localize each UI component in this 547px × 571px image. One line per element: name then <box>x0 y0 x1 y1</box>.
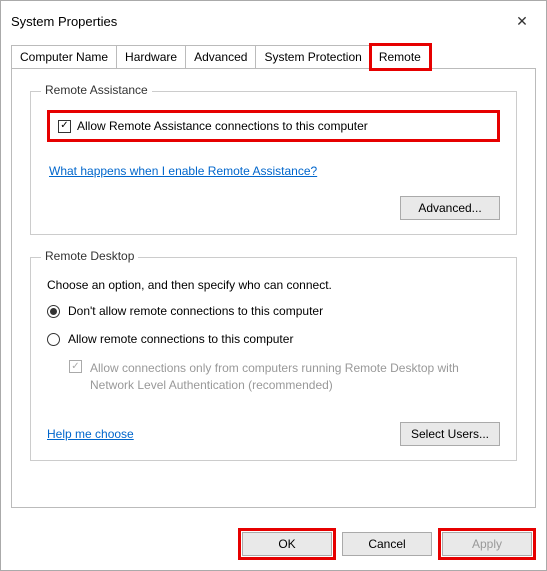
checkmark-icon: ✓ <box>60 121 68 131</box>
remote-desktop-group: Remote Desktop Choose an option, and the… <box>30 257 517 461</box>
checkmark-icon: ✓ <box>71 362 79 372</box>
titlebar: System Properties ✕ <box>1 1 546 39</box>
tab-hardware[interactable]: Hardware <box>117 45 186 69</box>
ok-button[interactable]: OK <box>242 532 332 556</box>
allow-remote-assistance-label: Allow Remote Assistance connections to t… <box>77 119 368 133</box>
cancel-button[interactable]: Cancel <box>342 532 432 556</box>
dialog-footer: OK Cancel Apply <box>1 518 546 570</box>
radio-row-allow[interactable]: Allow remote connections to this compute… <box>47 332 500 346</box>
remote-desktop-instruction: Choose an option, and then specify who c… <box>47 278 500 292</box>
tab-body-remote: Remote Assistance ✓ Allow Remote Assista… <box>11 68 536 508</box>
tab-advanced[interactable]: Advanced <box>186 45 256 69</box>
close-icon: ✕ <box>516 13 528 30</box>
radio-allow[interactable] <box>47 333 60 346</box>
system-properties-window: System Properties ✕ Computer Name Hardwa… <box>0 0 547 571</box>
remote-assistance-group-title: Remote Assistance <box>41 83 152 97</box>
tab-remote[interactable]: Remote <box>371 45 430 69</box>
tab-strip: Computer Name Hardware Advanced System P… <box>11 45 536 69</box>
nla-checkbox: ✓ <box>69 360 82 373</box>
tab-system-protection[interactable]: System Protection <box>256 45 370 69</box>
allow-remote-assistance-row: ✓ Allow Remote Assistance connections to… <box>47 110 500 142</box>
nla-row: ✓ Allow connections only from computers … <box>69 360 500 394</box>
window-title: System Properties <box>11 14 117 29</box>
radio-row-disallow[interactable]: Don't allow remote connections to this c… <box>47 304 500 318</box>
radio-allow-label: Allow remote connections to this compute… <box>68 332 293 346</box>
apply-button[interactable]: Apply <box>442 532 532 556</box>
nla-label: Allow connections only from computers ru… <box>90 360 500 394</box>
remote-assistance-help-link[interactable]: What happens when I enable Remote Assist… <box>49 164 317 178</box>
allow-remote-assistance-checkbox[interactable]: ✓ <box>58 120 71 133</box>
dialog-content: Computer Name Hardware Advanced System P… <box>1 39 546 518</box>
close-button[interactable]: ✕ <box>508 9 536 33</box>
radio-disallow-label: Don't allow remote connections to this c… <box>68 304 323 318</box>
remote-desktop-group-title: Remote Desktop <box>41 249 138 263</box>
remote-assistance-advanced-button[interactable]: Advanced... <box>400 196 500 220</box>
remote-desktop-help-link[interactable]: Help me choose <box>47 427 134 441</box>
tab-computer-name[interactable]: Computer Name <box>11 45 117 69</box>
select-users-button[interactable]: Select Users... <box>400 422 500 446</box>
radio-disallow[interactable] <box>47 305 60 318</box>
remote-assistance-group: Remote Assistance ✓ Allow Remote Assista… <box>30 91 517 235</box>
